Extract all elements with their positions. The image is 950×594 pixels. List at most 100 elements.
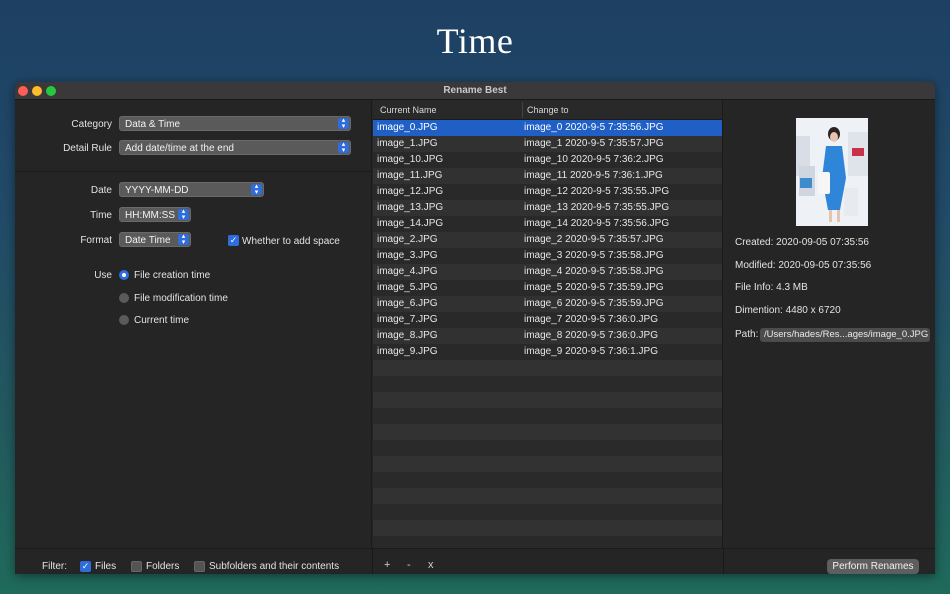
table-row[interactable]: image_9.JPG image_9 2020-9-5 7:36:1.JPG bbox=[373, 344, 722, 360]
detail-rule-select-value: Add date/time at the end bbox=[125, 143, 234, 154]
bottom-bar: Filter: ✓ Files Folders Subfolders and t… bbox=[15, 548, 935, 574]
table-row[interactable]: image_6.JPG image_6 2020-9-5 7:35:59.JPG bbox=[373, 296, 722, 312]
table-row[interactable]: image_12.JPG image_12 2020-9-5 7:35:55.JP… bbox=[373, 184, 722, 200]
change-to-cell: image_1 2020-9-5 7:35:57.JPG bbox=[524, 138, 664, 149]
category-select[interactable]: Data & Time ▴ ▾ bbox=[119, 116, 351, 131]
empty-row bbox=[373, 424, 722, 440]
clear-files-button[interactable]: x bbox=[428, 559, 434, 571]
current-name-cell: image_9.JPG bbox=[377, 346, 438, 357]
category-select-value: Data & Time bbox=[125, 119, 181, 130]
table-row[interactable]: image_13.JPG image_13 2020-9-5 7:35:55.JP… bbox=[373, 200, 722, 216]
change-to-cell: image_7 2020-9-5 7:36:0.JPG bbox=[524, 314, 658, 325]
current-name-cell: image_12.JPG bbox=[377, 186, 444, 197]
column-separator bbox=[522, 102, 523, 118]
current-name-cell: image_0.JPG bbox=[377, 122, 438, 133]
time-format-value: HH:MM:SS bbox=[125, 210, 175, 221]
empty-row bbox=[373, 440, 722, 456]
radio-file-creation-time[interactable] bbox=[119, 270, 129, 280]
path-field[interactable]: /Users/hades/Res...ages/image_0.JPG bbox=[760, 328, 930, 342]
modified-info: Modified: 2020-09-05 07:35:56 bbox=[735, 260, 872, 271]
created-info: Created: 2020-09-05 07:35:56 bbox=[735, 237, 869, 248]
current-name-cell: image_6.JPG bbox=[377, 298, 438, 309]
time-format-select[interactable]: HH:MM:SS ▴ ▾ bbox=[119, 207, 191, 222]
use-label: Use bbox=[94, 270, 112, 281]
date-format-select[interactable]: YYYY-MM-DD ▴ ▾ bbox=[119, 182, 264, 197]
table-row[interactable]: image_4.JPG image_4 2020-9-5 7:35:58.JPG bbox=[373, 264, 722, 280]
table-row[interactable]: image_3.JPG image_3 2020-9-5 7:35:58.JPG bbox=[373, 248, 722, 264]
close-window-button[interactable] bbox=[18, 86, 28, 96]
column-header-current-name[interactable]: Current Name bbox=[380, 100, 437, 120]
table-row[interactable]: image_5.JPG image_5 2020-9-5 7:35:59.JPG bbox=[373, 280, 722, 296]
table-row[interactable]: image_11.JPG image_11 2020-9-5 7:36:1.JPG bbox=[373, 168, 722, 184]
files-filter-checkbox[interactable]: ✓ bbox=[80, 561, 91, 572]
preview-photo bbox=[796, 118, 868, 226]
change-to-cell: image_6 2020-9-5 7:35:59.JPG bbox=[524, 298, 664, 309]
bottom-separator bbox=[372, 549, 373, 574]
radio-label-current: Current time bbox=[134, 315, 190, 326]
current-name-cell: image_1.JPG bbox=[377, 138, 438, 149]
change-to-cell: image_10 2020-9-5 7:36:2.JPG bbox=[524, 154, 664, 165]
remove-file-button[interactable]: - bbox=[407, 559, 411, 571]
section-divider bbox=[15, 171, 372, 172]
perform-renames-button[interactable]: Perform Renames bbox=[827, 559, 919, 574]
current-name-cell: image_11.JPG bbox=[377, 170, 443, 181]
current-name-cell: image_14.JPG bbox=[377, 218, 444, 229]
add-space-checkbox[interactable]: ✓ bbox=[228, 235, 239, 246]
table-row[interactable]: image_1.JPG image_1 2020-9-5 7:35:57.JPG bbox=[373, 136, 722, 152]
settings-pane: Category Data & Time ▴ ▾ Detail Rule Add … bbox=[15, 100, 372, 548]
window-title: Rename Best bbox=[443, 85, 507, 96]
format-label: Format bbox=[80, 235, 112, 246]
add-files-button[interactable]: + bbox=[384, 559, 390, 571]
current-name-cell: image_5.JPG bbox=[377, 282, 438, 293]
empty-row bbox=[373, 488, 722, 504]
table-row[interactable]: image_0.JPG image_0 2020-9-5 7:35:56.JPG bbox=[373, 120, 722, 136]
select-stepper-icon: ▴ ▾ bbox=[338, 117, 349, 130]
subfolders-filter-label: Subfolders and their contents bbox=[209, 561, 340, 572]
table-header: Current Name Change to bbox=[373, 100, 722, 120]
minimize-window-button[interactable] bbox=[32, 86, 42, 96]
app-window: Rename Best Category Data & Time ▴ ▾ Deta… bbox=[15, 82, 935, 574]
subfolders-filter-checkbox[interactable] bbox=[194, 561, 205, 572]
filter-label: Filter: bbox=[42, 561, 67, 572]
radio-label-modification: File modification time bbox=[134, 293, 228, 304]
detail-rule-label: Detail Rule bbox=[63, 143, 112, 154]
select-stepper-icon: ▴ ▾ bbox=[178, 233, 189, 246]
change-to-cell: image_5 2020-9-5 7:35:59.JPG bbox=[524, 282, 664, 293]
maximize-window-button[interactable] bbox=[46, 86, 56, 96]
file-size-info: File Info: 4.3 MB bbox=[735, 282, 808, 293]
table-row[interactable]: image_2.JPG image_2 2020-9-5 7:35:57.JPG bbox=[373, 232, 722, 248]
category-label: Category bbox=[71, 119, 112, 130]
empty-row bbox=[373, 408, 722, 424]
column-header-change-to[interactable]: Change to bbox=[527, 100, 569, 120]
format-select-value: Date Time bbox=[125, 235, 171, 246]
change-to-cell: image_11 2020-9-5 7:36:1.JPG bbox=[524, 170, 663, 181]
change-to-cell: image_9 2020-9-5 7:36:1.JPG bbox=[524, 346, 658, 357]
radio-file-modification-time[interactable] bbox=[119, 293, 129, 303]
table-body: image_0.JPG image_0 2020-9-5 7:35:56.JPG i… bbox=[373, 120, 722, 536]
detail-rule-select[interactable]: Add date/time at the end ▴ ▾ bbox=[119, 140, 351, 155]
table-row[interactable]: image_7.JPG image_7 2020-9-5 7:36:0.JPG bbox=[373, 312, 722, 328]
select-stepper-icon: ▴ ▾ bbox=[251, 183, 262, 196]
table-row[interactable]: image_8.JPG image_8 2020-9-5 7:36:0.JPG bbox=[373, 328, 722, 344]
image-preview bbox=[796, 118, 868, 226]
table-row[interactable]: image_10.JPG image_10 2020-9-5 7:36:2.JPG bbox=[373, 152, 722, 168]
file-info-pane: Created: 2020-09-05 07:35:56 Modified: 2… bbox=[724, 100, 935, 548]
files-filter-label: Files bbox=[95, 561, 117, 572]
path-label: Path: bbox=[735, 329, 759, 340]
date-label: Date bbox=[90, 185, 112, 196]
titlebar: Rename Best bbox=[15, 82, 935, 100]
dimension-info: Dimention: 4480 x 6720 bbox=[735, 305, 841, 316]
folders-filter-checkbox[interactable] bbox=[131, 561, 142, 572]
table-row[interactable]: image_14.JPG image_14 2020-9-5 7:35:56.JP… bbox=[373, 216, 722, 232]
change-to-cell: image_14 2020-9-5 7:35:56.JPG bbox=[524, 218, 670, 229]
change-to-cell: image_3 2020-9-5 7:35:58.JPG bbox=[524, 250, 664, 261]
bottom-separator bbox=[723, 549, 724, 574]
empty-row bbox=[373, 376, 722, 392]
format-select[interactable]: Date Time ▴ ▾ bbox=[119, 232, 191, 247]
current-name-cell: image_4.JPG bbox=[377, 266, 438, 277]
change-to-cell: image_4 2020-9-5 7:35:58.JPG bbox=[524, 266, 664, 277]
radio-current-time[interactable] bbox=[119, 315, 129, 325]
hero-title: Time bbox=[436, 21, 514, 61]
current-name-cell: image_13.JPG bbox=[377, 202, 444, 213]
empty-row bbox=[373, 504, 722, 520]
